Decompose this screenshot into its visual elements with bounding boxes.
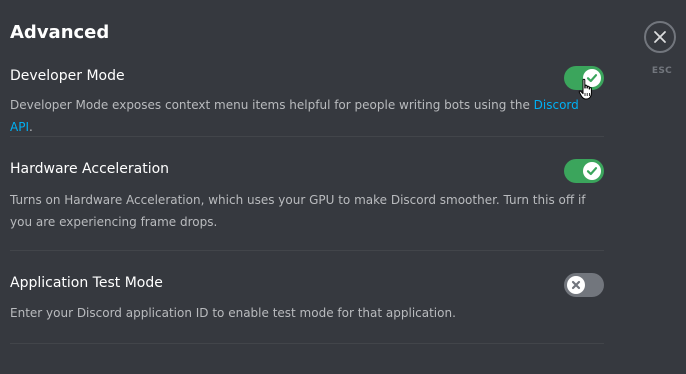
- close-button[interactable]: [644, 21, 676, 53]
- divider: [10, 343, 604, 344]
- setting-description: Turns on Hardware Acceleration, which us…: [10, 193, 586, 229]
- setting-title: Application Test Mode: [10, 275, 163, 291]
- check-icon: [586, 167, 598, 176]
- toggle-knob: [583, 162, 601, 180]
- page-title: Advanced: [10, 22, 110, 43]
- close-icon: [654, 31, 666, 43]
- close-control: ESC: [644, 21, 680, 76]
- esc-label: ESC: [651, 66, 673, 76]
- x-icon: [571, 280, 581, 290]
- divider: [10, 250, 604, 251]
- setting-description: Enter your Discord application ID to ena…: [10, 306, 456, 320]
- setting-description: Developer Mode exposes context menu item…: [10, 98, 579, 134]
- application-test-mode-toggle[interactable]: [564, 273, 604, 297]
- hand-cursor-icon: [578, 78, 592, 100]
- setting-title: Developer Mode: [10, 68, 125, 84]
- toggle-knob: [567, 276, 585, 294]
- divider: [10, 136, 604, 137]
- hardware-acceleration-toggle[interactable]: [564, 159, 604, 183]
- setting-title: Hardware Acceleration: [10, 161, 170, 177]
